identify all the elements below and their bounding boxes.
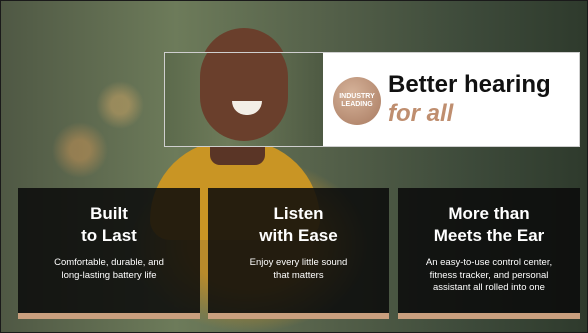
card-desc-line-2: long-lasting battery life bbox=[61, 269, 157, 281]
card-title-line-2: to Last bbox=[81, 226, 137, 245]
headline-photo-crop bbox=[165, 53, 323, 146]
feature-card-listen-with-ease: Listen with Ease Enjoy every little soun… bbox=[208, 188, 389, 319]
card-title-line-2: Meets the Ear bbox=[433, 226, 545, 245]
card-desc-line-2: fitness tracker, and personal bbox=[429, 269, 549, 281]
headline-title: Better hearing bbox=[388, 71, 551, 98]
card-desc-line-2: that matters bbox=[273, 269, 324, 281]
headline-subtitle: for all bbox=[388, 100, 454, 127]
card-title-line-1: Built bbox=[90, 204, 128, 223]
card-title-line-1: Listen bbox=[273, 204, 324, 223]
badge-line-1: INDUSTRY bbox=[339, 93, 375, 100]
card-title-line-2: with Ease bbox=[259, 226, 338, 245]
feature-card-more-than-meets-the-ear: More than Meets the Ear An easy-to-use c… bbox=[398, 188, 580, 319]
card-desc-line-1: Enjoy every little sound bbox=[249, 257, 348, 268]
card-desc-line-3: assistant all rolled into one bbox=[433, 282, 545, 293]
feature-card-built-to-last: Built to Last Comfortable, durable, and … bbox=[18, 188, 200, 319]
badge-line-2: LEADING bbox=[341, 101, 373, 108]
card-desc-line-1: Comfortable, durable, and bbox=[54, 257, 164, 268]
card-desc-line-1: An easy-to-use control center, bbox=[425, 257, 553, 268]
industry-leading-badge: INDUSTRY LEADING bbox=[333, 77, 381, 125]
card-title-line-1: More than bbox=[448, 204, 530, 223]
